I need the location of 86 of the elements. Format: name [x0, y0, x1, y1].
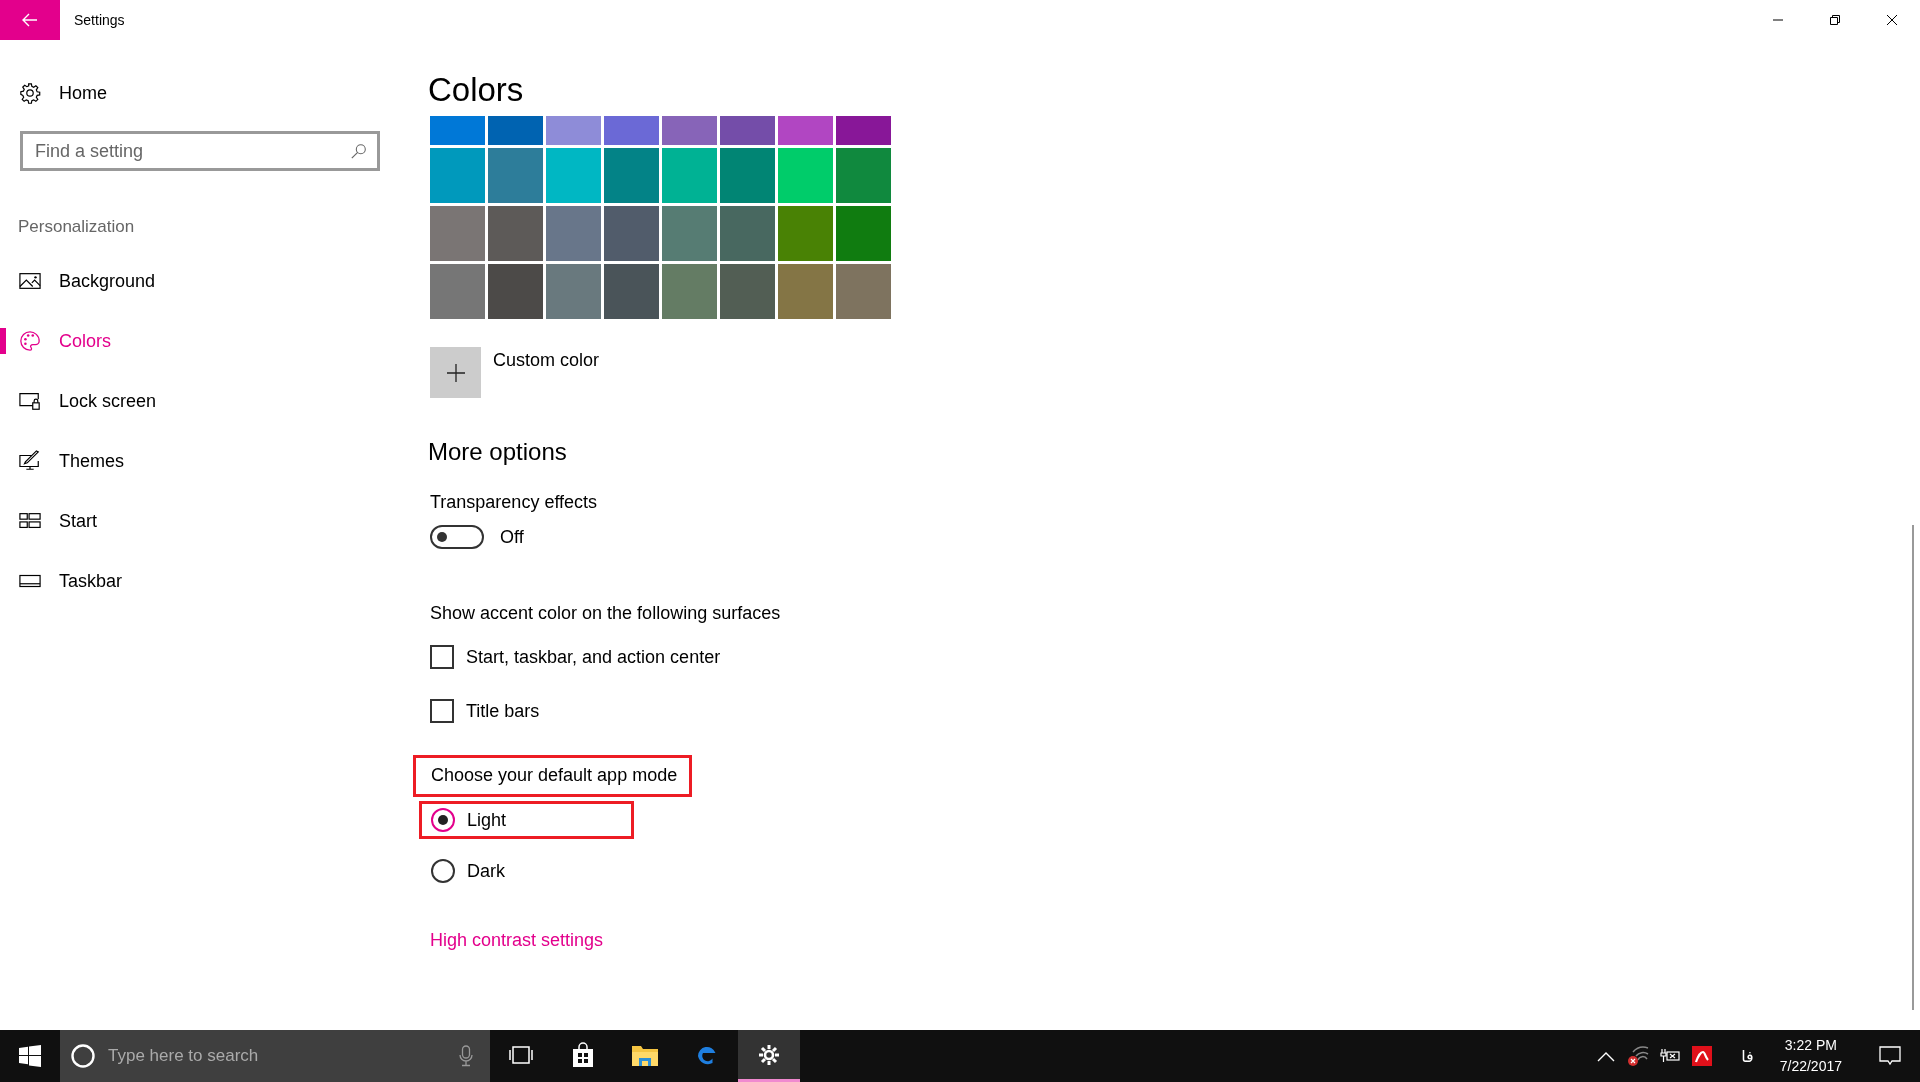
back-button[interactable] [0, 0, 60, 40]
language-indicator[interactable]: فا [1741, 1046, 1754, 1066]
color-swatch[interactable] [662, 206, 717, 261]
section-heading: Personalization [18, 217, 136, 237]
shopping-bag-icon [571, 1041, 595, 1068]
color-swatch[interactable] [720, 206, 775, 261]
section-heading: More options [428, 438, 567, 466]
monitor-brush-icon [19, 450, 41, 472]
color-swatch[interactable] [604, 116, 659, 145]
nav-item[interactable]: Start [0, 505, 400, 537]
nav-item[interactable]: Lock screen [0, 385, 400, 417]
color-swatch[interactable] [546, 264, 601, 319]
field-label: Transparency effects [430, 492, 598, 513]
search-field[interactable]: Find a setting [20, 131, 380, 171]
taskbar-app-button[interactable] [738, 1030, 800, 1082]
clock-date[interactable]: 7/22/2017 [1779, 1056, 1842, 1077]
color-swatch[interactable] [430, 206, 485, 261]
field-label: Show accent color on the following surfaces [430, 603, 781, 624]
checkbox-label: Title bars [466, 700, 540, 722]
nav-item[interactable]: Themes [0, 445, 400, 477]
speech-bubble-icon [1879, 1046, 1901, 1066]
search-icon [350, 142, 368, 160]
custom-color-label: Custom color [493, 350, 600, 371]
radio-button[interactable] [431, 808, 455, 832]
color-swatch[interactable] [430, 116, 485, 145]
nav-item[interactable]: Taskbar [0, 565, 400, 597]
color-swatch[interactable] [720, 264, 775, 319]
color-swatch[interactable] [546, 206, 601, 261]
task-view-icon [509, 1043, 533, 1066]
color-swatch[interactable] [430, 148, 485, 203]
color-swatch[interactable] [604, 206, 659, 261]
color-swatch[interactable] [488, 206, 543, 261]
nav-item[interactable]: Colors [0, 325, 400, 357]
checkbox-label: Start, taskbar, and action center [466, 646, 721, 668]
radio-label: Dark [467, 860, 505, 882]
nav-item[interactable]: Background [0, 265, 400, 297]
clock-time[interactable]: 3:22 PM [1784, 1035, 1837, 1056]
radio-button[interactable] [431, 859, 455, 883]
color-swatch[interactable] [836, 206, 891, 261]
color-swatch[interactable] [662, 264, 717, 319]
microphone-icon [458, 1045, 474, 1067]
restore-icon [1828, 14, 1841, 26]
windows-logo-icon [19, 1045, 41, 1067]
add-color-button[interactable] [430, 347, 481, 398]
toggle-switch[interactable] [430, 525, 484, 549]
search-field[interactable]: Type here to search [60, 1030, 490, 1082]
scrollbar[interactable] [1912, 525, 1914, 1010]
checkbox[interactable] [430, 699, 454, 723]
color-swatch[interactable] [488, 264, 543, 319]
window-title: Settings [74, 12, 125, 28]
settings-link[interactable]: High contrast settings [430, 930, 604, 951]
color-swatch[interactable] [836, 148, 891, 203]
antivirus-icon [1692, 1046, 1713, 1066]
color-swatch[interactable] [836, 116, 891, 145]
color-swatch[interactable] [546, 148, 601, 203]
checkbox[interactable] [430, 645, 454, 669]
picture-icon [19, 270, 41, 292]
toggle-state: Off [500, 526, 524, 548]
color-swatch[interactable] [488, 148, 543, 203]
color-swatch[interactable] [488, 116, 543, 145]
color-swatch[interactable] [778, 116, 833, 145]
color-swatch[interactable] [604, 148, 659, 203]
plus-icon [445, 362, 466, 383]
color-swatch[interactable] [720, 148, 775, 203]
color-swatch[interactable] [662, 148, 717, 203]
color-swatch[interactable] [778, 148, 833, 203]
color-swatch[interactable] [430, 264, 485, 319]
field-label: Choose your default app mode [413, 755, 693, 797]
color-swatch[interactable] [778, 206, 833, 261]
home-link[interactable]: Home [0, 77, 400, 109]
close-icon [1885, 14, 1898, 26]
color-swatch[interactable] [604, 264, 659, 319]
color-swatch[interactable] [546, 116, 601, 145]
gear-icon [19, 82, 41, 104]
color-swatch[interactable] [836, 264, 891, 319]
monitor-lock-icon [19, 390, 41, 412]
color-swatch[interactable] [778, 264, 833, 319]
page-title: Colors [428, 70, 524, 110]
radio-label: Light [467, 809, 507, 831]
chevron-up-icon [1597, 1050, 1616, 1062]
gear-icon [757, 1042, 781, 1067]
wifi-error-icon [1627, 1046, 1650, 1066]
color-swatch[interactable] [720, 116, 775, 145]
color-swatch[interactable] [662, 116, 717, 145]
battery-plug-icon [1659, 1048, 1682, 1064]
palette-icon [19, 330, 41, 352]
